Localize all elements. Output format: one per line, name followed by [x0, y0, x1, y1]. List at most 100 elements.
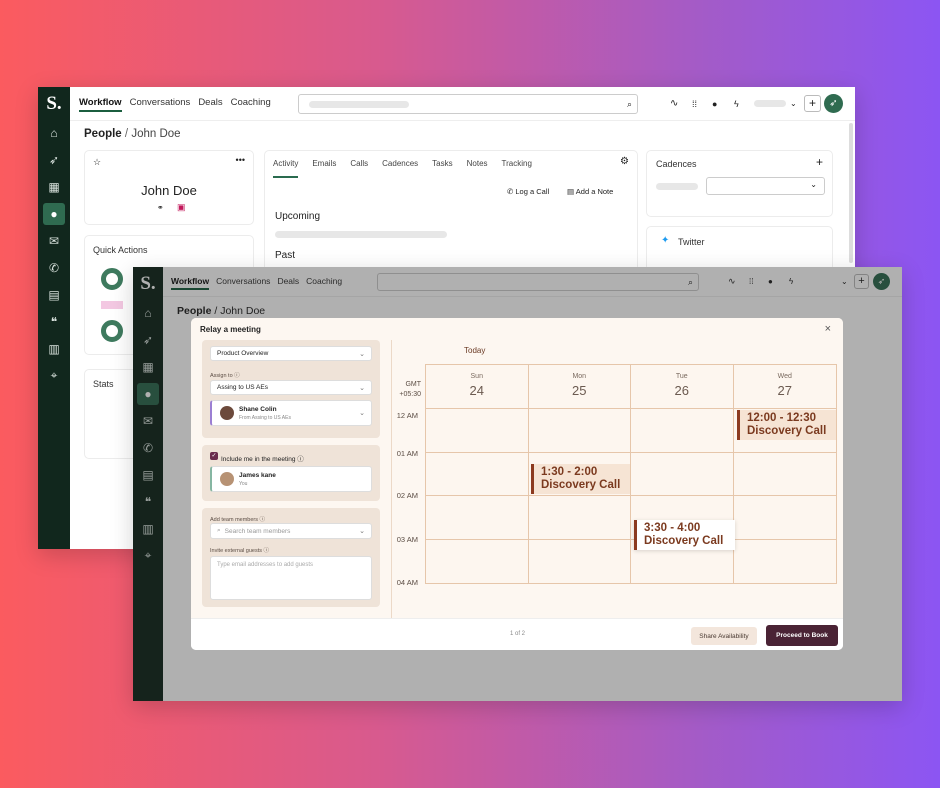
- avatar: [220, 472, 234, 486]
- time-slot[interactable]: [733, 453, 836, 496]
- calendar-divider: [391, 340, 392, 618]
- info-icon: ⓘ: [297, 456, 304, 463]
- building-icon[interactable]: ▦: [43, 176, 65, 198]
- time-slot[interactable]: [528, 409, 631, 453]
- app-logo: S.: [46, 93, 62, 114]
- time-slot[interactable]: [733, 496, 836, 540]
- bolt-icon[interactable]: ϟ: [734, 99, 739, 109]
- tab-calls[interactable]: Calls: [350, 159, 368, 178]
- calendar-icon[interactable]: ▣: [177, 202, 186, 213]
- day-header[interactable]: Tue 26: [631, 365, 734, 409]
- calendar-grid: Sun 24 Mon 25 Tue 26 Wed 27: [425, 364, 837, 584]
- assignee-sub: From Assing to US AEs: [239, 415, 291, 421]
- time-slot[interactable]: [528, 496, 631, 540]
- quick-actions-label: Quick Actions: [93, 245, 148, 255]
- activity-icon[interactable]: ∿: [670, 98, 678, 109]
- today-button[interactable]: Today: [464, 346, 485, 355]
- calendar-event[interactable]: 1:30 - 2:00 Discovery Call: [531, 464, 630, 494]
- tab-emails[interactable]: Emails: [312, 159, 336, 178]
- gear-icon[interactable]: ⚙: [620, 156, 629, 167]
- me-card: James kane You: [210, 466, 372, 492]
- rocket-icon[interactable]: ➶: [43, 149, 65, 171]
- front-window: S. ⌂ ➶ ▦ ● ✉ ✆ ▤ ❝ ▥ ⌖ Workflow Conversa…: [133, 267, 902, 701]
- time-slot[interactable]: [426, 539, 529, 583]
- back-sidebar: S. ⌂ ➶ ▦ ● ✉ ✆ ▤ ❝ ▥ ⌖: [38, 87, 70, 549]
- meeting-type-select[interactable]: Product Overview ⌄: [210, 346, 372, 361]
- assign-section: Product Overview ⌄ Assign to ⓘ Assing to …: [202, 340, 380, 438]
- target-icon[interactable]: ⌖: [43, 365, 65, 387]
- search-input[interactable]: ⌕: [298, 94, 638, 114]
- assign-select[interactable]: Assing to US AEs ⌄: [210, 380, 372, 395]
- assign-label: Assign to ⓘ: [210, 373, 240, 379]
- search-icon: ⌕: [626, 98, 632, 109]
- past-label: Past: [275, 250, 296, 261]
- help-icon[interactable]: ●: [712, 99, 717, 109]
- breadcrumb-sep: /: [124, 128, 129, 140]
- guests-input[interactable]: Type email addresses to add guests: [210, 556, 372, 600]
- chevron-down-icon[interactable]: ⌄: [359, 409, 365, 417]
- cadence-select[interactable]: ⌄: [706, 177, 825, 195]
- home-icon[interactable]: ⌂: [43, 122, 65, 144]
- close-icon[interactable]: ×: [825, 323, 831, 335]
- calendar-event[interactable]: 12:00 - 12:30 Discovery Call: [737, 410, 836, 440]
- mail-icon[interactable]: ✉: [43, 230, 65, 252]
- launch-button[interactable]: ➶: [824, 94, 843, 113]
- scrollbar[interactable]: [849, 123, 853, 263]
- calendar-event[interactable]: 3:30 - 4:00 Discovery Call: [634, 520, 735, 550]
- grid-icon[interactable]: ⁞⁞: [692, 99, 697, 109]
- day-header[interactable]: Mon 25: [528, 365, 631, 409]
- add-button[interactable]: +: [804, 95, 821, 112]
- quote-icon[interactable]: ❝: [43, 311, 65, 333]
- tab-cadences[interactable]: Cadences: [382, 159, 418, 178]
- assignee-card[interactable]: Shane Colin From Assing to US AEs ⌄: [210, 400, 372, 426]
- modal-header: Relay a meeting ×: [191, 318, 843, 340]
- breadcrumb-people[interactable]: People: [84, 128, 122, 140]
- more-icon[interactable]: •••: [236, 155, 245, 165]
- nav-conversations[interactable]: Conversations: [130, 95, 191, 112]
- action-ring-2[interactable]: [101, 320, 123, 342]
- proceed-to-book-button[interactable]: Proceed to Book: [766, 625, 838, 646]
- modal-footer: 1 of 2 Share Availability Proceed to Boo…: [191, 618, 843, 650]
- time-slot[interactable]: [631, 452, 734, 496]
- person-icon[interactable]: ●: [43, 202, 65, 225]
- contact-name: John Doe: [141, 183, 197, 198]
- time-slot[interactable]: [631, 409, 734, 453]
- tab-notes[interactable]: Notes: [467, 159, 488, 178]
- time-slot[interactable]: [426, 452, 529, 496]
- tab-tracking[interactable]: Tracking: [502, 159, 532, 178]
- action-ring-1[interactable]: [101, 268, 123, 290]
- document-icon[interactable]: ▤: [43, 284, 65, 306]
- nav-deals[interactable]: Deals: [198, 95, 222, 112]
- nav-workflow[interactable]: Workflow: [79, 95, 122, 112]
- chevron-down-icon[interactable]: ⌄: [790, 99, 797, 108]
- share-availability-button[interactable]: Share Availability: [691, 627, 757, 645]
- contact-card: ☆ ••• John Doe ⚭ ▣: [84, 150, 254, 225]
- include-checkbox[interactable]: ✓: [210, 452, 218, 460]
- tab-tasks[interactable]: Tasks: [432, 159, 452, 178]
- tab-activity[interactable]: Activity: [273, 159, 299, 178]
- link-icon[interactable]: ⚭: [157, 203, 164, 212]
- day-header[interactable]: Wed 27: [733, 365, 836, 409]
- time-slot[interactable]: [426, 496, 529, 540]
- time-slot[interactable]: [734, 540, 837, 584]
- add-cadence-button[interactable]: +: [816, 155, 823, 169]
- team-search-input[interactable]: ⌕ Search team members ⌄: [210, 523, 372, 539]
- time-slot[interactable]: [426, 409, 529, 453]
- add-note-button[interactable]: ▤ Add a Note: [567, 187, 613, 196]
- twitter-icon[interactable]: ✦: [661, 235, 669, 246]
- team-label: Add team members ⓘ: [210, 517, 266, 523]
- me-sub: You: [239, 481, 248, 487]
- nav-coaching[interactable]: Coaching: [231, 95, 271, 112]
- time-slot[interactable]: [529, 539, 631, 583]
- day-header[interactable]: Sun 24: [426, 365, 529, 409]
- me-name: James kane: [239, 472, 276, 479]
- assignee-name: Shane Colin: [239, 406, 277, 413]
- breadcrumb: People / John Doe: [84, 128, 181, 140]
- chart-icon[interactable]: ▥: [43, 338, 65, 360]
- phone-icon[interactable]: ✆: [43, 257, 65, 279]
- star-icon[interactable]: ☆: [93, 157, 101, 168]
- upcoming-label: Upcoming: [275, 211, 321, 222]
- log-call-button[interactable]: ✆ Log a Call: [507, 187, 549, 196]
- guests-label: Invite external guests ⓘ: [210, 548, 270, 554]
- breadcrumb-name: John Doe: [131, 128, 181, 140]
